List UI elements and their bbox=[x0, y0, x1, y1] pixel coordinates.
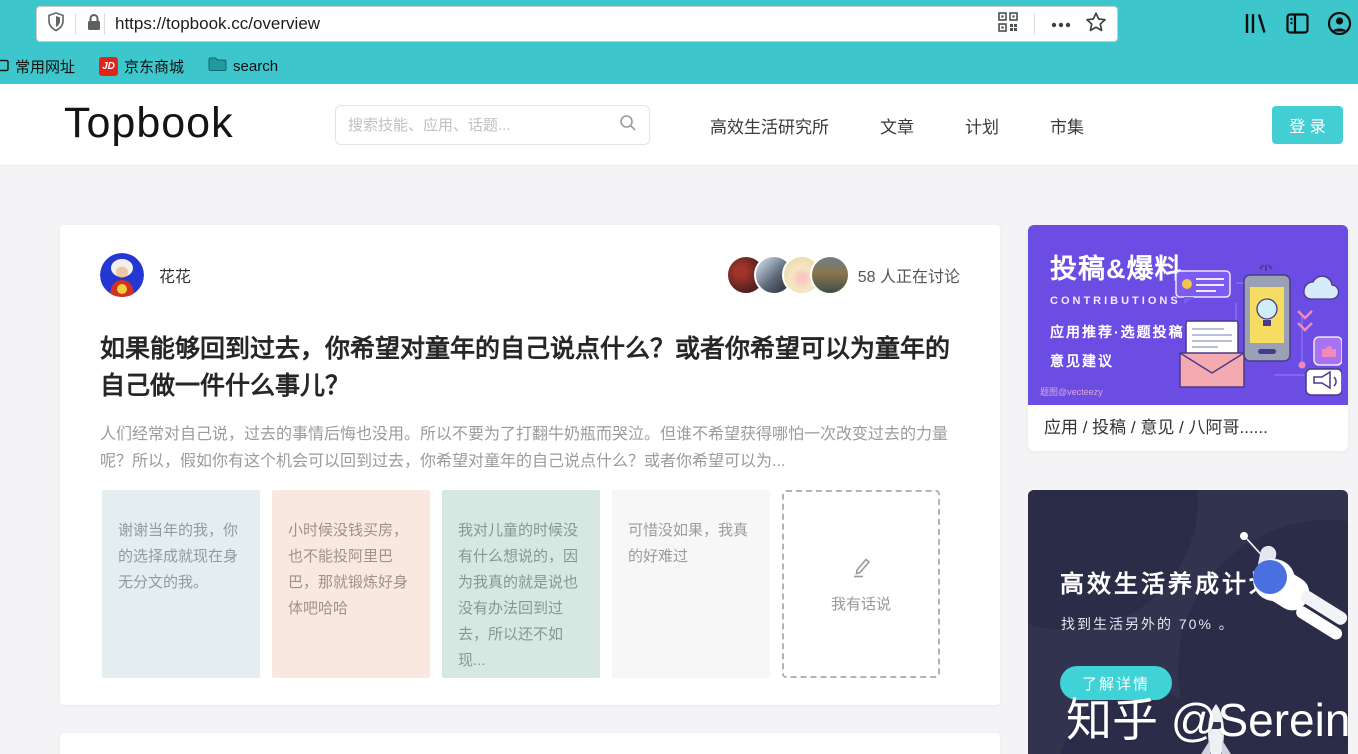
contribution-illustration bbox=[1174, 265, 1342, 402]
url-row: https://topbook.cc/overview bbox=[0, 0, 1358, 48]
participant-avatar[interactable] bbox=[810, 255, 850, 295]
question-description: 人们经常对自己说，过去的事情后悔也没用。所以不要为了打翻牛奶瓶而哭泣。但谁不希望… bbox=[100, 421, 962, 475]
discussion-count: 58 人正在讨论 bbox=[858, 263, 960, 287]
bookmark-label: 京东商城 bbox=[124, 56, 184, 77]
nav-item-market[interactable]: 市集 bbox=[1050, 113, 1084, 138]
lock-icon[interactable] bbox=[86, 13, 102, 36]
sidebar-toggle-icon[interactable] bbox=[1285, 11, 1310, 41]
url-text[interactable]: https://topbook.cc/overview bbox=[115, 14, 998, 34]
next-question-card[interactable] bbox=[60, 733, 1000, 754]
question-title[interactable]: 如果能够回到过去，你希望对童年的自己说点什么？或者你希望可以为童年的自己做一件什… bbox=[100, 331, 962, 405]
page-content: 花花 58 人正在讨论 如果能够回到过去，你希望对童年的自己说点什么？或者你希望… bbox=[0, 166, 1358, 754]
image-credit: 题图@vecteezy bbox=[1040, 385, 1103, 398]
answer-card[interactable]: 谢谢当年的我，你的选择成就现在身无分文的我。 bbox=[102, 490, 260, 678]
participants: 58 人正在讨论 bbox=[726, 255, 960, 295]
question-author[interactable]: 花花 bbox=[100, 253, 191, 297]
jd-icon: JD bbox=[99, 57, 118, 76]
author-avatar[interactable] bbox=[100, 253, 144, 297]
pencil-icon bbox=[849, 555, 873, 583]
more-options-icon[interactable] bbox=[1051, 15, 1071, 33]
account-icon[interactable] bbox=[1327, 11, 1352, 41]
library-icon[interactable] bbox=[1243, 11, 1268, 41]
bookmark-star-icon[interactable] bbox=[1085, 11, 1107, 38]
add-answer-label: 我有话说 bbox=[831, 593, 891, 614]
folder-icon bbox=[208, 56, 227, 76]
main-nav: 高效生活研究所 文章 计划 市集 bbox=[710, 84, 1084, 166]
nav-item-articles[interactable]: 文章 bbox=[880, 113, 914, 138]
search-icon[interactable] bbox=[619, 114, 637, 137]
answers-row: 谢谢当年的我，你的选择成就现在身无分文的我。 小时候没钱买房，也不能投阿里巴巴，… bbox=[102, 490, 940, 678]
shield-icon[interactable] bbox=[47, 12, 65, 37]
answer-card[interactable]: 我对儿童的时候没有什么想说的，因为我真的就是说也没有办法回到过去，所以还不如现.… bbox=[442, 490, 600, 678]
answer-card[interactable]: 可惜没如果，我真的好难过 bbox=[612, 490, 770, 678]
address-bar[interactable]: https://topbook.cc/overview bbox=[36, 6, 1118, 42]
nav-item-research[interactable]: 高效生活研究所 bbox=[710, 113, 829, 138]
bookmark-label: search bbox=[233, 58, 278, 75]
astronaut-illustration bbox=[1222, 528, 1348, 703]
bookmarks-bar: 常用网址 JD 京东商城 search bbox=[0, 48, 1358, 84]
contribution-footer[interactable]: 应用 / 投稿 / 意见 / 八阿哥...... bbox=[1028, 405, 1348, 451]
contribution-card[interactable]: 投稿&爆料 CONTRIBUTIONS 应用推荐·选题投稿 意见建议 题图@ve… bbox=[1028, 225, 1348, 451]
search-input[interactable] bbox=[348, 117, 619, 134]
site-header: Topbook 高效生活研究所 文章 计划 市集 登 录 bbox=[0, 84, 1358, 166]
site-search[interactable] bbox=[335, 105, 650, 145]
folder-icon bbox=[0, 57, 9, 76]
divider bbox=[104, 13, 105, 35]
question-card: 花花 58 人正在讨论 如果能够回到过去，你希望对童年的自己说点什么？或者你希望… bbox=[60, 225, 1000, 705]
divider bbox=[75, 13, 76, 35]
qr-code-icon[interactable] bbox=[998, 12, 1018, 37]
add-answer-button[interactable]: 我有话说 bbox=[782, 490, 940, 678]
bookmark-jd[interactable]: JD 京东商城 bbox=[99, 56, 184, 77]
decor-circle bbox=[1028, 490, 1198, 630]
plan-subtitle: 找到生活另外的 70% 。 bbox=[1061, 614, 1235, 634]
author-name[interactable]: 花花 bbox=[159, 263, 191, 287]
divider bbox=[1034, 13, 1035, 35]
bookmark-label: 常用网址 bbox=[15, 56, 75, 77]
plan-card[interactable]: 高效生活养成计划 找到生活另外的 70% 。 了解详情 bbox=[1028, 490, 1348, 754]
nav-item-plans[interactable]: 计划 bbox=[965, 113, 999, 138]
site-logo[interactable]: Topbook bbox=[64, 99, 234, 148]
contribution-banner: 投稿&爆料 CONTRIBUTIONS 应用推荐·选题投稿 意见建议 题图@ve… bbox=[1028, 225, 1348, 405]
zhihu-watermark: 知乎 @Serein bbox=[1066, 684, 1348, 750]
bookmark-folder-changyong[interactable]: 常用网址 bbox=[0, 56, 75, 77]
answer-card[interactable]: 小时候没钱买房，也不能投阿里巴巴，那就锻炼好身体吧哈哈 bbox=[272, 490, 430, 678]
browser-chrome: https://topbook.cc/overview bbox=[0, 0, 1358, 84]
login-button[interactable]: 登 录 bbox=[1272, 106, 1343, 144]
bookmark-folder-search[interactable]: search bbox=[208, 56, 278, 76]
